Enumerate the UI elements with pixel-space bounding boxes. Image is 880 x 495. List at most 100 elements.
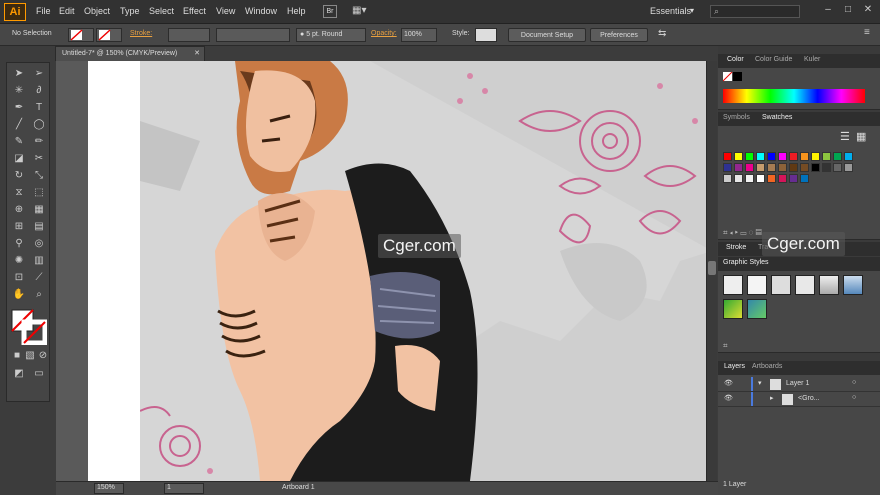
fill-stroke-widget[interactable] — [11, 309, 48, 346]
tab-color[interactable]: Color — [727, 56, 744, 63]
artboard-number-field[interactable]: 1 — [164, 483, 204, 494]
slice-tool-icon[interactable]: ⟋ — [31, 271, 47, 285]
pen-tool-icon[interactable]: ✒ — [11, 101, 27, 115]
menu-edit[interactable]: Edit — [59, 6, 75, 16]
artboard[interactable]: Cger.com — [88, 61, 706, 481]
document-tab[interactable]: Untitled-7* @ 150% (CMYK/Preview) ✕ — [55, 46, 205, 61]
mesh-tool-icon[interactable]: ⊞ — [11, 220, 27, 234]
swatch[interactable] — [789, 163, 798, 172]
search-input[interactable]: ⌕ — [710, 5, 800, 18]
pencil-tool-icon[interactable]: ✏ — [31, 135, 47, 149]
menu-view[interactable]: View — [216, 6, 235, 16]
zoom-tool-icon[interactable]: ⌕ — [31, 288, 47, 302]
draw-mode-icon[interactable]: ◩ — [11, 367, 27, 381]
artboard-tool-icon[interactable]: ⊡ — [11, 271, 27, 285]
style-gradient-blue[interactable] — [843, 275, 863, 295]
style-shadow[interactable] — [771, 275, 791, 295]
swatch[interactable] — [734, 152, 743, 161]
arrange-icon[interactable]: ⇆ — [658, 28, 666, 39]
fill-color-button[interactable] — [68, 28, 94, 42]
swatch[interactable] — [811, 163, 820, 172]
tab-layers[interactable]: Layers — [724, 363, 745, 370]
opacity-label[interactable]: Opacity: — [371, 30, 397, 37]
brush-definition[interactable]: ● 5 pt. Round — [296, 28, 366, 42]
bridge-button[interactable]: Br — [323, 5, 337, 18]
swatch[interactable] — [789, 152, 798, 161]
menu-window[interactable]: Window — [245, 6, 277, 16]
variable-width-profile[interactable] — [216, 28, 290, 42]
list-view-icon[interactable]: ☰ — [840, 130, 850, 143]
visibility-eye-icon[interactable]: 👁 — [724, 379, 733, 387]
menu-effect[interactable]: Effect — [183, 6, 206, 16]
magic-wand-tool-icon[interactable]: ✳ — [11, 84, 27, 98]
canvas-area[interactable]: Cger.com — [56, 61, 706, 481]
swatch[interactable] — [723, 174, 732, 183]
zoom-field[interactable]: 150% — [94, 483, 124, 494]
panel-menu-icon[interactable]: ≡ — [864, 27, 870, 38]
style-gradient-gray[interactable] — [819, 275, 839, 295]
menu-select[interactable]: Select — [149, 6, 174, 16]
swatch[interactable] — [822, 152, 831, 161]
workspace-switcher[interactable]: Essentials — [650, 6, 691, 16]
swatch[interactable] — [767, 152, 776, 161]
swatch[interactable] — [778, 152, 787, 161]
hand-tool-icon[interactable]: ✋ — [11, 288, 27, 302]
swatch[interactable] — [789, 174, 798, 183]
tab-artboards[interactable]: Artboards — [752, 363, 782, 370]
opacity-field[interactable]: 100% — [401, 28, 437, 42]
none-mode-icon[interactable]: ⊘ — [35, 349, 51, 363]
vertical-scrollbar[interactable] — [706, 61, 717, 481]
expand-triangle-icon[interactable]: ▾ — [758, 379, 762, 387]
tab-color-guide[interactable]: Color Guide — [755, 56, 792, 63]
minimize-icon[interactable]: – — [818, 4, 838, 15]
swatch[interactable] — [756, 152, 765, 161]
scrollbar-thumb[interactable] — [708, 261, 716, 275]
scissors-tool-icon[interactable]: ✂ — [31, 152, 47, 166]
swatch[interactable] — [800, 174, 809, 183]
color-spectrum[interactable] — [723, 89, 865, 103]
rotate-tool-icon[interactable]: ↻ — [11, 169, 27, 183]
column-graph-tool-icon[interactable]: ▥ — [31, 254, 47, 268]
swatch[interactable] — [767, 174, 776, 183]
style-none[interactable] — [747, 275, 767, 295]
style-swatch[interactable] — [475, 28, 497, 42]
scale-tool-icon[interactable]: ⤡ — [31, 169, 47, 183]
swatch-grid[interactable] — [723, 152, 863, 216]
arrange-documents-icon[interactable]: ▦▾ — [352, 5, 372, 18]
swatch[interactable] — [723, 163, 732, 172]
swatch[interactable] — [767, 163, 776, 172]
tab-kuler[interactable]: Kuler — [804, 56, 820, 63]
ellipse-tool-icon[interactable]: ◯ — [31, 118, 47, 132]
document-setup-button[interactable]: Document Setup — [508, 28, 586, 42]
swatch[interactable] — [844, 163, 853, 172]
swatch[interactable] — [822, 163, 831, 172]
selection-tool-icon[interactable]: ➤ — [11, 67, 27, 81]
symbol-sprayer-tool-icon[interactable]: ✺ — [11, 254, 27, 268]
stroke-label[interactable]: Stroke: — [130, 30, 152, 37]
swatch[interactable] — [811, 152, 820, 161]
graphic-styles-library-icon[interactable]: ⌗ — [723, 341, 728, 351]
eyedropper-tool-icon[interactable]: ⚲ — [11, 237, 27, 251]
swatch[interactable] — [756, 174, 765, 183]
paintbrush-tool-icon[interactable]: ✎ — [11, 135, 27, 149]
width-tool-icon[interactable]: ⧖ — [11, 186, 27, 200]
preferences-button[interactable]: Preferences — [590, 28, 648, 42]
swatch[interactable] — [734, 174, 743, 183]
swatch[interactable] — [833, 163, 842, 172]
gradient-tool-icon[interactable]: ▤ — [31, 220, 47, 234]
menu-file[interactable]: File — [36, 6, 51, 16]
swatch[interactable] — [844, 152, 853, 161]
swatch-library-icon[interactable]: ⌗ ◂ ▸ ▭ ◌ ▤ — [723, 228, 762, 238]
tab-graphic-styles[interactable]: Graphic Styles — [723, 259, 769, 266]
group-name[interactable]: <Gro... — [798, 395, 820, 402]
swatch[interactable] — [756, 163, 765, 172]
tab-stroke[interactable]: Stroke — [726, 244, 746, 251]
blob-brush-tool-icon[interactable]: ◪ — [11, 152, 27, 166]
workspace-chevron-icon[interactable]: ▾ — [690, 6, 694, 15]
stroke-weight-field[interactable] — [168, 28, 210, 42]
swatch[interactable] — [723, 152, 732, 161]
target-circle-icon[interactable]: ○ — [852, 394, 856, 401]
menu-object[interactable]: Object — [84, 6, 110, 16]
tab-symbols[interactable]: Symbols — [723, 114, 750, 121]
color-none-swatches[interactable] — [722, 71, 743, 82]
